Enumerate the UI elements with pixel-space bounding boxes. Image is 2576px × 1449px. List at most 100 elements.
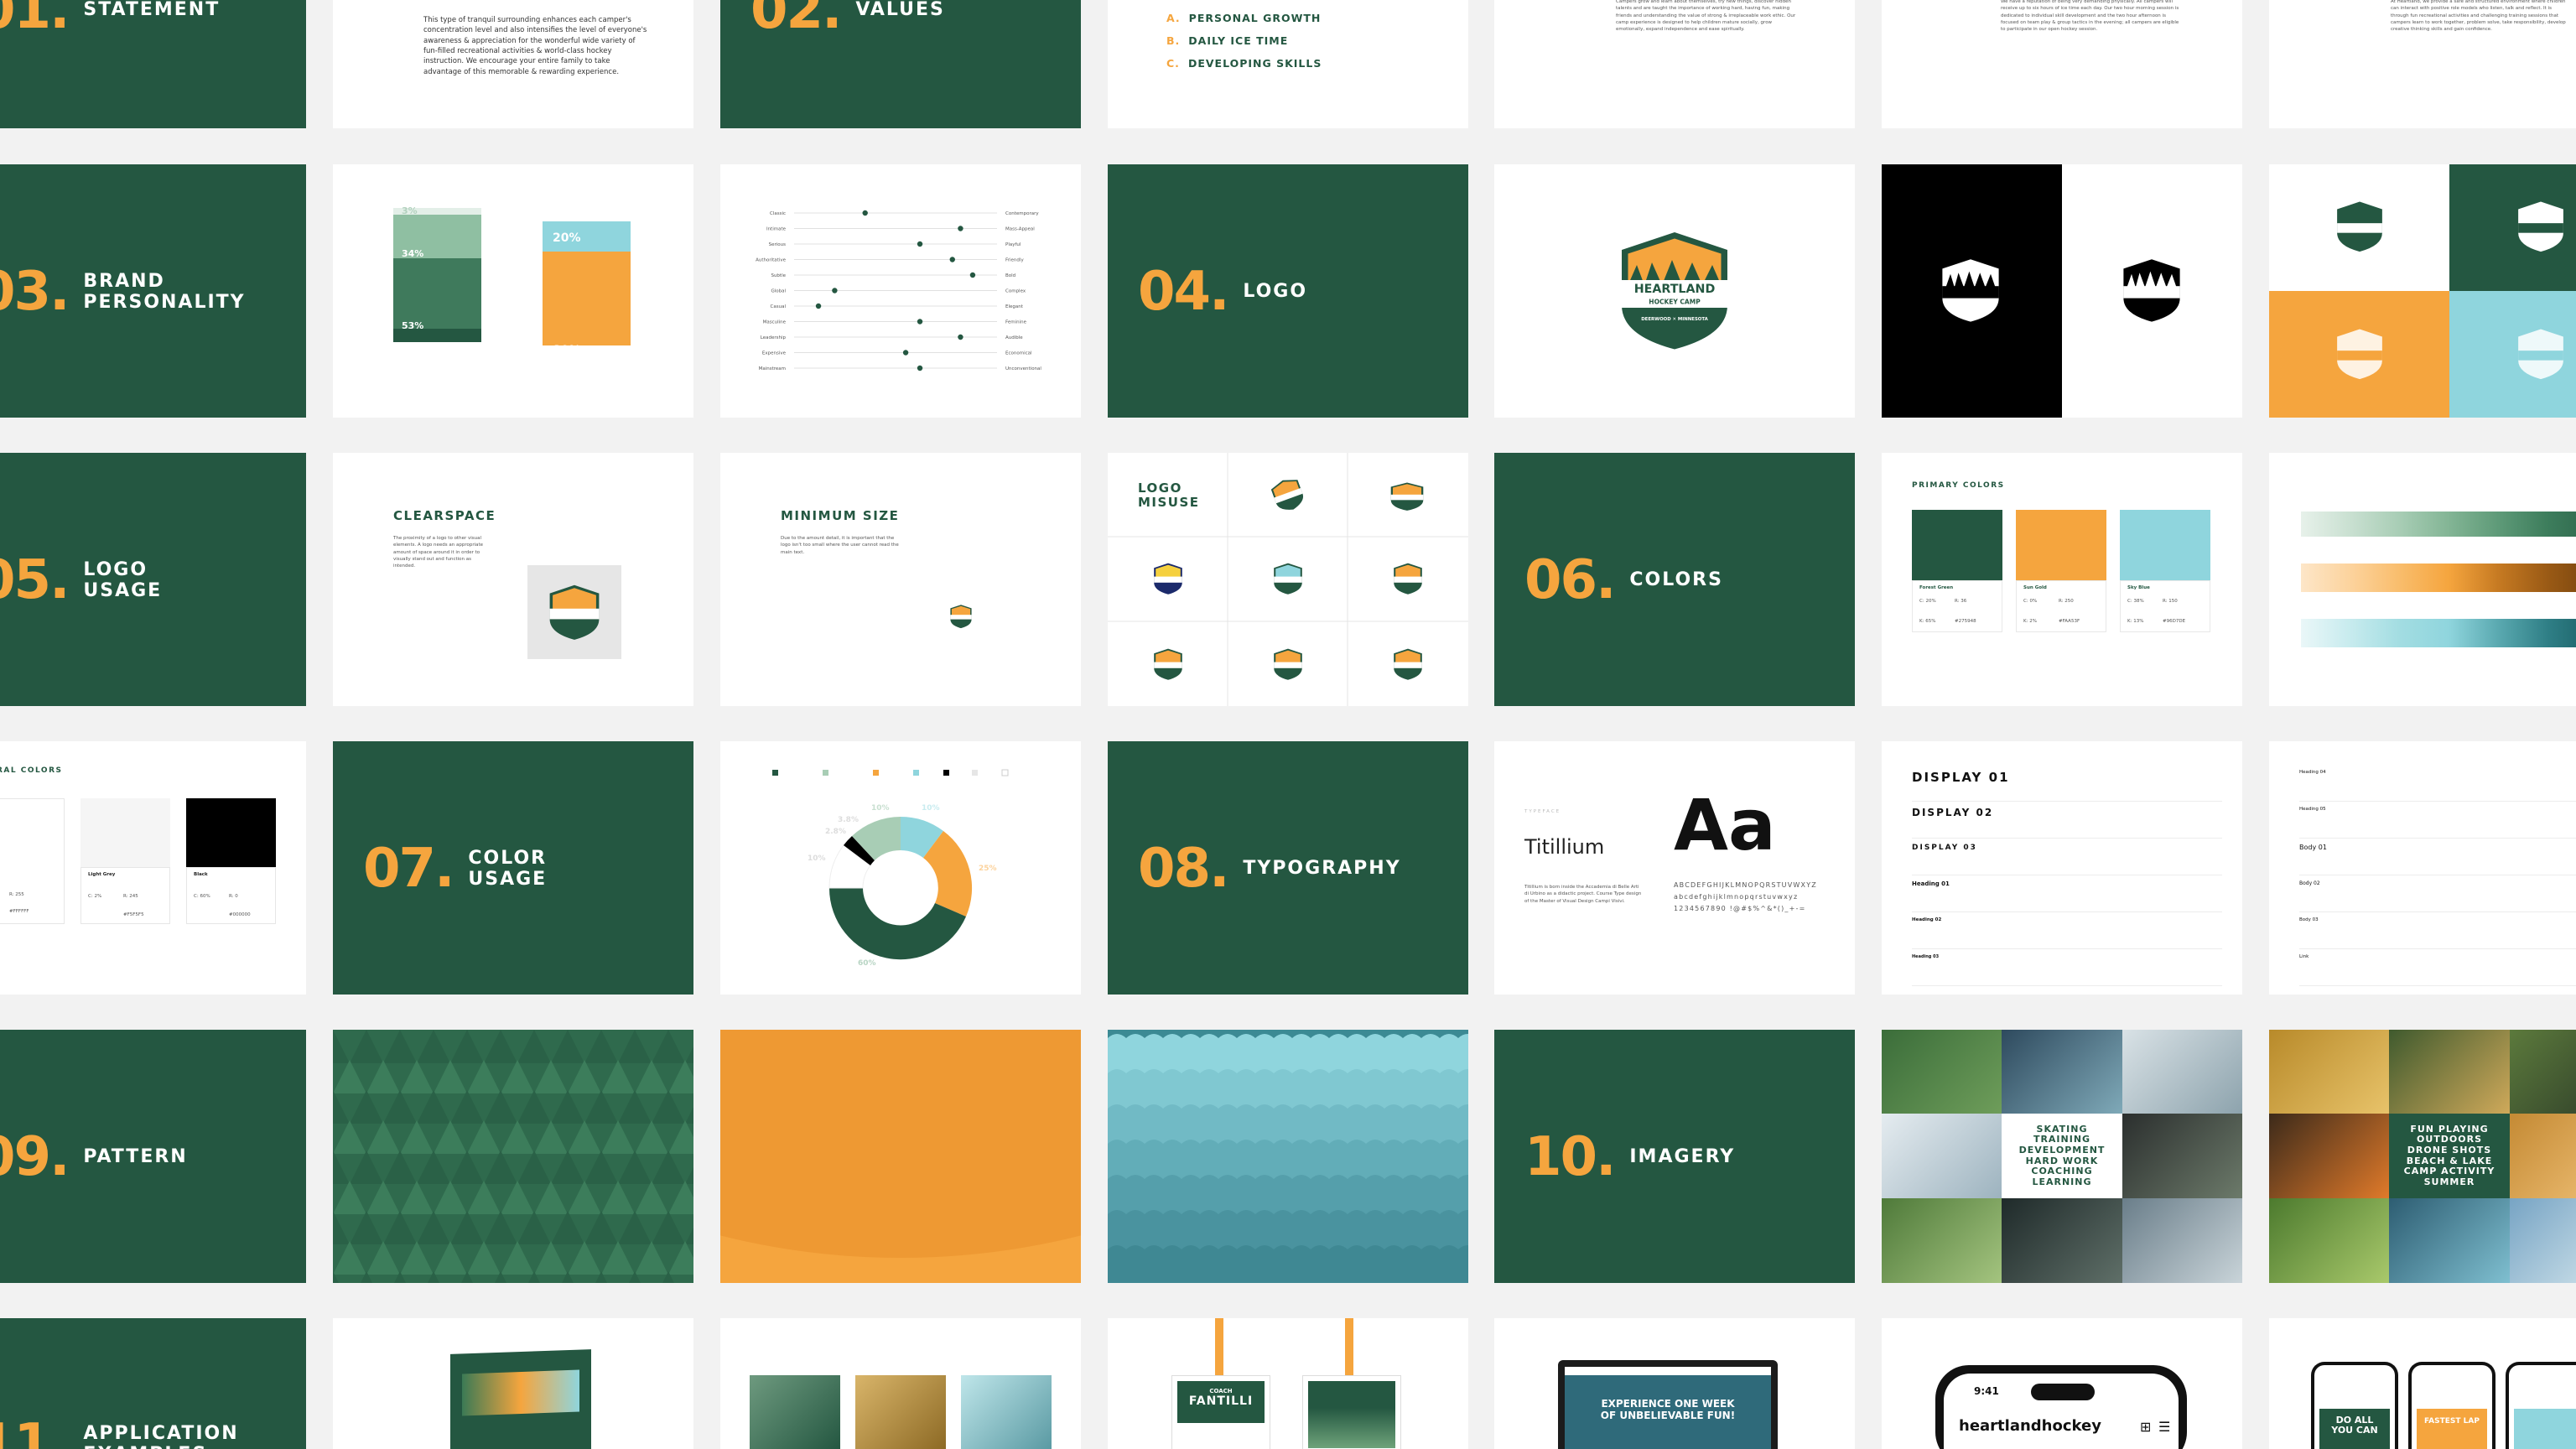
- section-number: 11.: [0, 1413, 70, 1449]
- tile-type-scale[interactable]: DISPLAY 01 DISPLAY 02 DISPLAY 03 Heading 01…: [1882, 741, 2242, 995]
- tile-color-usage-cover[interactable]: 07. COLOR USAGE: [333, 741, 693, 995]
- tile-color-usage-donut[interactable]: 10% 10% 3.8% 2.8% 10% 25% 60%: [720, 741, 1081, 995]
- photo: [961, 1375, 1052, 1449]
- tree-shape: [517, 1150, 551, 1184]
- tile-color-tints[interactable]: [2269, 453, 2576, 706]
- tree-shape: [668, 1181, 693, 1214]
- sun-ring: [720, 1030, 1081, 1258]
- tile-app-badges[interactable]: COACH FANTILLI: [1108, 1318, 1468, 1449]
- value-paragraph: We have a reputation of being very deman…: [2001, 0, 2179, 32]
- seg-label: 10%: [402, 344, 423, 355]
- tile-logo-cover[interactable]: 04. LOGO: [1108, 164, 1468, 418]
- tree-shape: [434, 1181, 467, 1214]
- tile-primary-colors[interactable]: PRIMARY COLORS Forest Green C: 20% R: 36…: [1882, 453, 2242, 706]
- tile-clearspace[interactable]: CLEARSPACE The proximity of a logo to ot…: [333, 453, 693, 706]
- bar-1: 3% 34% 53% 10%: [393, 205, 481, 355]
- tile-values-list[interactable]: A. PERSONAL GROWTH B. DAILY ICE TIME C. DEV…: [1108, 0, 1468, 128]
- tree-shape: [584, 1090, 618, 1124]
- tile-values-cover[interactable]: 02. VALUES: [720, 0, 1081, 128]
- slider-left-label: Classic: [770, 211, 786, 216]
- tree-shape: [517, 1030, 551, 1063]
- section-title: APPLICATION EXAMPLES: [83, 1422, 239, 1449]
- slider-marker: [832, 288, 838, 293]
- slider-left-label: Serious: [769, 242, 787, 247]
- tile-app-photos[interactable]: [720, 1318, 1081, 1449]
- tile-personality-bars[interactable]: 3% 34% 53% 10% 20% 80%: [333, 164, 693, 418]
- tree-shape: [517, 1090, 551, 1124]
- typeface-label: TYPEFACE: [1524, 809, 1561, 814]
- tile-application-cover[interactable]: 11. APPLICATION EXAMPLES: [0, 1318, 306, 1449]
- imagery-keywords-panel: FUN PLAYING OUTDOORS DRONE SHOTS BEACH &…: [2389, 1114, 2510, 1198]
- slider-left-label: Intimate: [766, 227, 787, 232]
- svg-text:DEERWOOD ✕ MINNESOTA: DEERWOOD ✕ MINNESOTA: [1641, 317, 1708, 322]
- tile-logo-colorways[interactable]: [2269, 164, 2576, 418]
- section-title: PATTERN: [83, 1146, 188, 1168]
- tree-shape: [383, 1090, 417, 1124]
- photo: [2269, 1114, 2389, 1198]
- imagery-keywords: FUN PLAYING OUTDOORS DRONE SHOTS BEACH &…: [2403, 1123, 2496, 1187]
- tile-personality-sliders[interactable]: Classic Contemporary Intimate Mass-Appeal Se…: [720, 164, 1081, 418]
- tile-neutral-colors[interactable]: RAL COLORS R: 255 #FFFFFF Light Grey C: …: [0, 741, 306, 995]
- photo: [2510, 1030, 2576, 1114]
- photo: [2510, 1198, 2576, 1283]
- svg-text:2.8%: 2.8%: [825, 828, 846, 836]
- section-number: 10.: [1524, 1126, 1616, 1188]
- tree-shape: [568, 1181, 601, 1214]
- tree-pattern: [333, 1030, 693, 1283]
- phone-time: 9:41: [1974, 1385, 1999, 1397]
- add-icon[interactable]: ⊞: [2140, 1419, 2151, 1435]
- value-item: C. DEVELOPING SKILLS: [1166, 57, 1322, 70]
- tile-imagery-cover[interactable]: 10. IMAGERY: [1494, 1030, 1855, 1283]
- tree-shape: [551, 1211, 584, 1244]
- photo: [2389, 1030, 2510, 1114]
- tile-brand-personality-cover[interactable]: 03. BRAND PERSONALITY: [0, 164, 306, 418]
- slider-left-label: Expensive: [762, 351, 787, 356]
- tile-minimum-size[interactable]: MINIMUM SIZE Due to the amount detail, i…: [720, 453, 1081, 706]
- tile-pattern-sun[interactable]: [720, 1030, 1081, 1283]
- tile-value-text-b[interactable]: We have a reputation of being very deman…: [1882, 0, 2242, 128]
- section-number: 03.: [0, 261, 70, 323]
- tree-shape: [568, 1060, 601, 1093]
- tile-colors-cover[interactable]: 06. COLORS: [1494, 453, 1855, 706]
- type-style-row: Body 03: [2299, 912, 2576, 949]
- photo: [2122, 1114, 2242, 1198]
- tile-statement-text[interactable]: This type of tranquil surrounding enhanc…: [333, 0, 693, 128]
- swatch-info: Forest Green C: 20% R: 36 K: 65% #275948: [1912, 580, 2002, 632]
- tile-imagery-summer[interactable]: FUN PLAYING OUTDOORS DRONE SHOTS BEACH &…: [2269, 1030, 2576, 1283]
- tree-shape: [534, 1181, 568, 1214]
- section-title: TYPOGRAPHY: [1243, 858, 1401, 880]
- tile-logo-primary[interactable]: HEARTLAND HOCKEY CAMP DEERWOOD ✕ MINNESO…: [1494, 164, 1855, 418]
- slider-right-label: Unconventional: [1005, 366, 1041, 371]
- photo: [1882, 1114, 2002, 1198]
- tile-value-text-c[interactable]: At Heartland, we provide a safe and stru…: [2269, 0, 2576, 128]
- tile-app-website[interactable]: EXPERIENCE ONE WEEK OF UNBELIEVABLE FUN!: [1494, 1318, 1855, 1449]
- tile-logo-usage-cover[interactable]: 05. LOGO USAGE: [0, 453, 306, 706]
- tile-pattern-waves[interactable]: [1108, 1030, 1468, 1283]
- svg-text:10%: 10%: [871, 804, 890, 813]
- clearspace-text: The proximity of a logo to other visual …: [393, 536, 484, 569]
- tile-statement-cover[interactable]: 01. STATEMENT: [0, 0, 306, 128]
- tile-app-phone[interactable]: 9:41 heartlandhockey ⊞ ☰: [1882, 1318, 2242, 1449]
- type-style-row: Body 02: [2299, 875, 2576, 912]
- tile-app-instagram[interactable]: DO ALL YOU CAN FASTEST LAP: [2269, 1318, 2576, 1449]
- tile-app-poster[interactable]: [333, 1318, 693, 1449]
- tile-pattern-cover[interactable]: 09. PATTERN: [0, 1030, 306, 1283]
- tree-shape: [635, 1181, 668, 1214]
- sun-pattern: [720, 1030, 1081, 1258]
- tile-typeface[interactable]: TYPEFACE Titillium Aa Titillium is born …: [1494, 741, 1855, 995]
- slider-right-label: Playful: [1005, 242, 1021, 247]
- tile-imagery-hockey[interactable]: SKATING TRAINING DEVELOPMENT HARD WORK C…: [1882, 1030, 2242, 1283]
- type-style-name: Link: [2299, 954, 2309, 959]
- tile-logo-bw[interactable]: [1882, 164, 2242, 418]
- swatch-info: Sun Gold C: 0% R: 250 K: 2% #FAA53F: [2016, 580, 2106, 632]
- tree-shape: [434, 1241, 467, 1275]
- tile-pattern-trees[interactable]: [333, 1030, 693, 1283]
- tile-typography-cover[interactable]: 08. TYPOGRAPHY: [1108, 741, 1468, 995]
- tile-body-scale[interactable]: Heading 04 Heading 05 Body 01 Body 02 Body 0…: [2269, 741, 2576, 995]
- menu-icon[interactable]: ☰: [2158, 1419, 2170, 1435]
- section-title: COLORS: [1629, 569, 1723, 591]
- tile-value-text-a[interactable]: Campers grow and learn about themselves,…: [1494, 0, 1855, 128]
- type-style-name: Heading 04: [2299, 770, 2326, 775]
- slider-left-label: Global: [771, 289, 786, 294]
- tile-logo-misuse[interactable]: LOGO MISUSE: [1108, 453, 1468, 706]
